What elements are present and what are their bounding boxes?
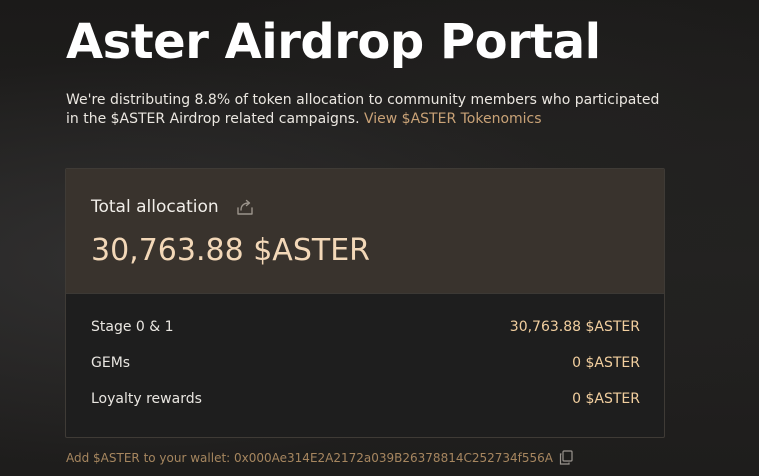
total-allocation-label: Total allocation: [91, 197, 219, 217]
breakdown-value: 0 $ASTER: [572, 355, 640, 371]
breakdown-label: Loyalty rewards: [91, 391, 202, 407]
wallet-prefix: Add $ASTER to your wallet:: [66, 451, 235, 465]
add-to-wallet: Add $ASTER to your wallet: 0x000Ae314E2A…: [66, 450, 573, 465]
share-icon[interactable]: [235, 197, 255, 217]
airdrop-page: Aster Airdrop Portal We're distributing …: [0, 0, 759, 476]
breakdown-label: Stage 0 & 1: [91, 319, 174, 335]
breakdown-label: GEMs: [91, 355, 131, 371]
breakdown-value: 30,763.88 $ASTER: [509, 319, 640, 335]
breakdown-row-loyalty: Loyalty rewards 0 $ASTER: [91, 391, 640, 427]
page-title: Aster Airdrop Portal: [66, 14, 601, 70]
total-allocation-value: 30,763.88 $ASTER: [91, 233, 370, 268]
breakdown-row-gems: GEMs 0 $ASTER: [91, 355, 640, 391]
breakdown-value: 0 $ASTER: [572, 391, 640, 407]
breakdown-row-stage: Stage 0 & 1 30,763.88 $ASTER: [91, 319, 640, 355]
contract-address[interactable]: 0x000Ae314E2A2172a039B26378814C252734f55…: [234, 451, 553, 465]
description-text: We're distributing 8.8% of token allocat…: [66, 92, 660, 127]
allocation-breakdown: Stage 0 & 1 30,763.88 $ASTER GEMs 0 $AST…: [91, 319, 640, 427]
tokenomics-link[interactable]: View $ASTER Tokenomics: [364, 111, 542, 127]
page-description: We're distributing 8.8% of token allocat…: [66, 91, 676, 129]
allocation-summary: Total allocation 30,763.88 $ASTER: [66, 169, 664, 294]
allocation-card: Total allocation 30,763.88 $ASTER Stage …: [65, 168, 665, 438]
copy-icon[interactable]: [559, 450, 573, 465]
